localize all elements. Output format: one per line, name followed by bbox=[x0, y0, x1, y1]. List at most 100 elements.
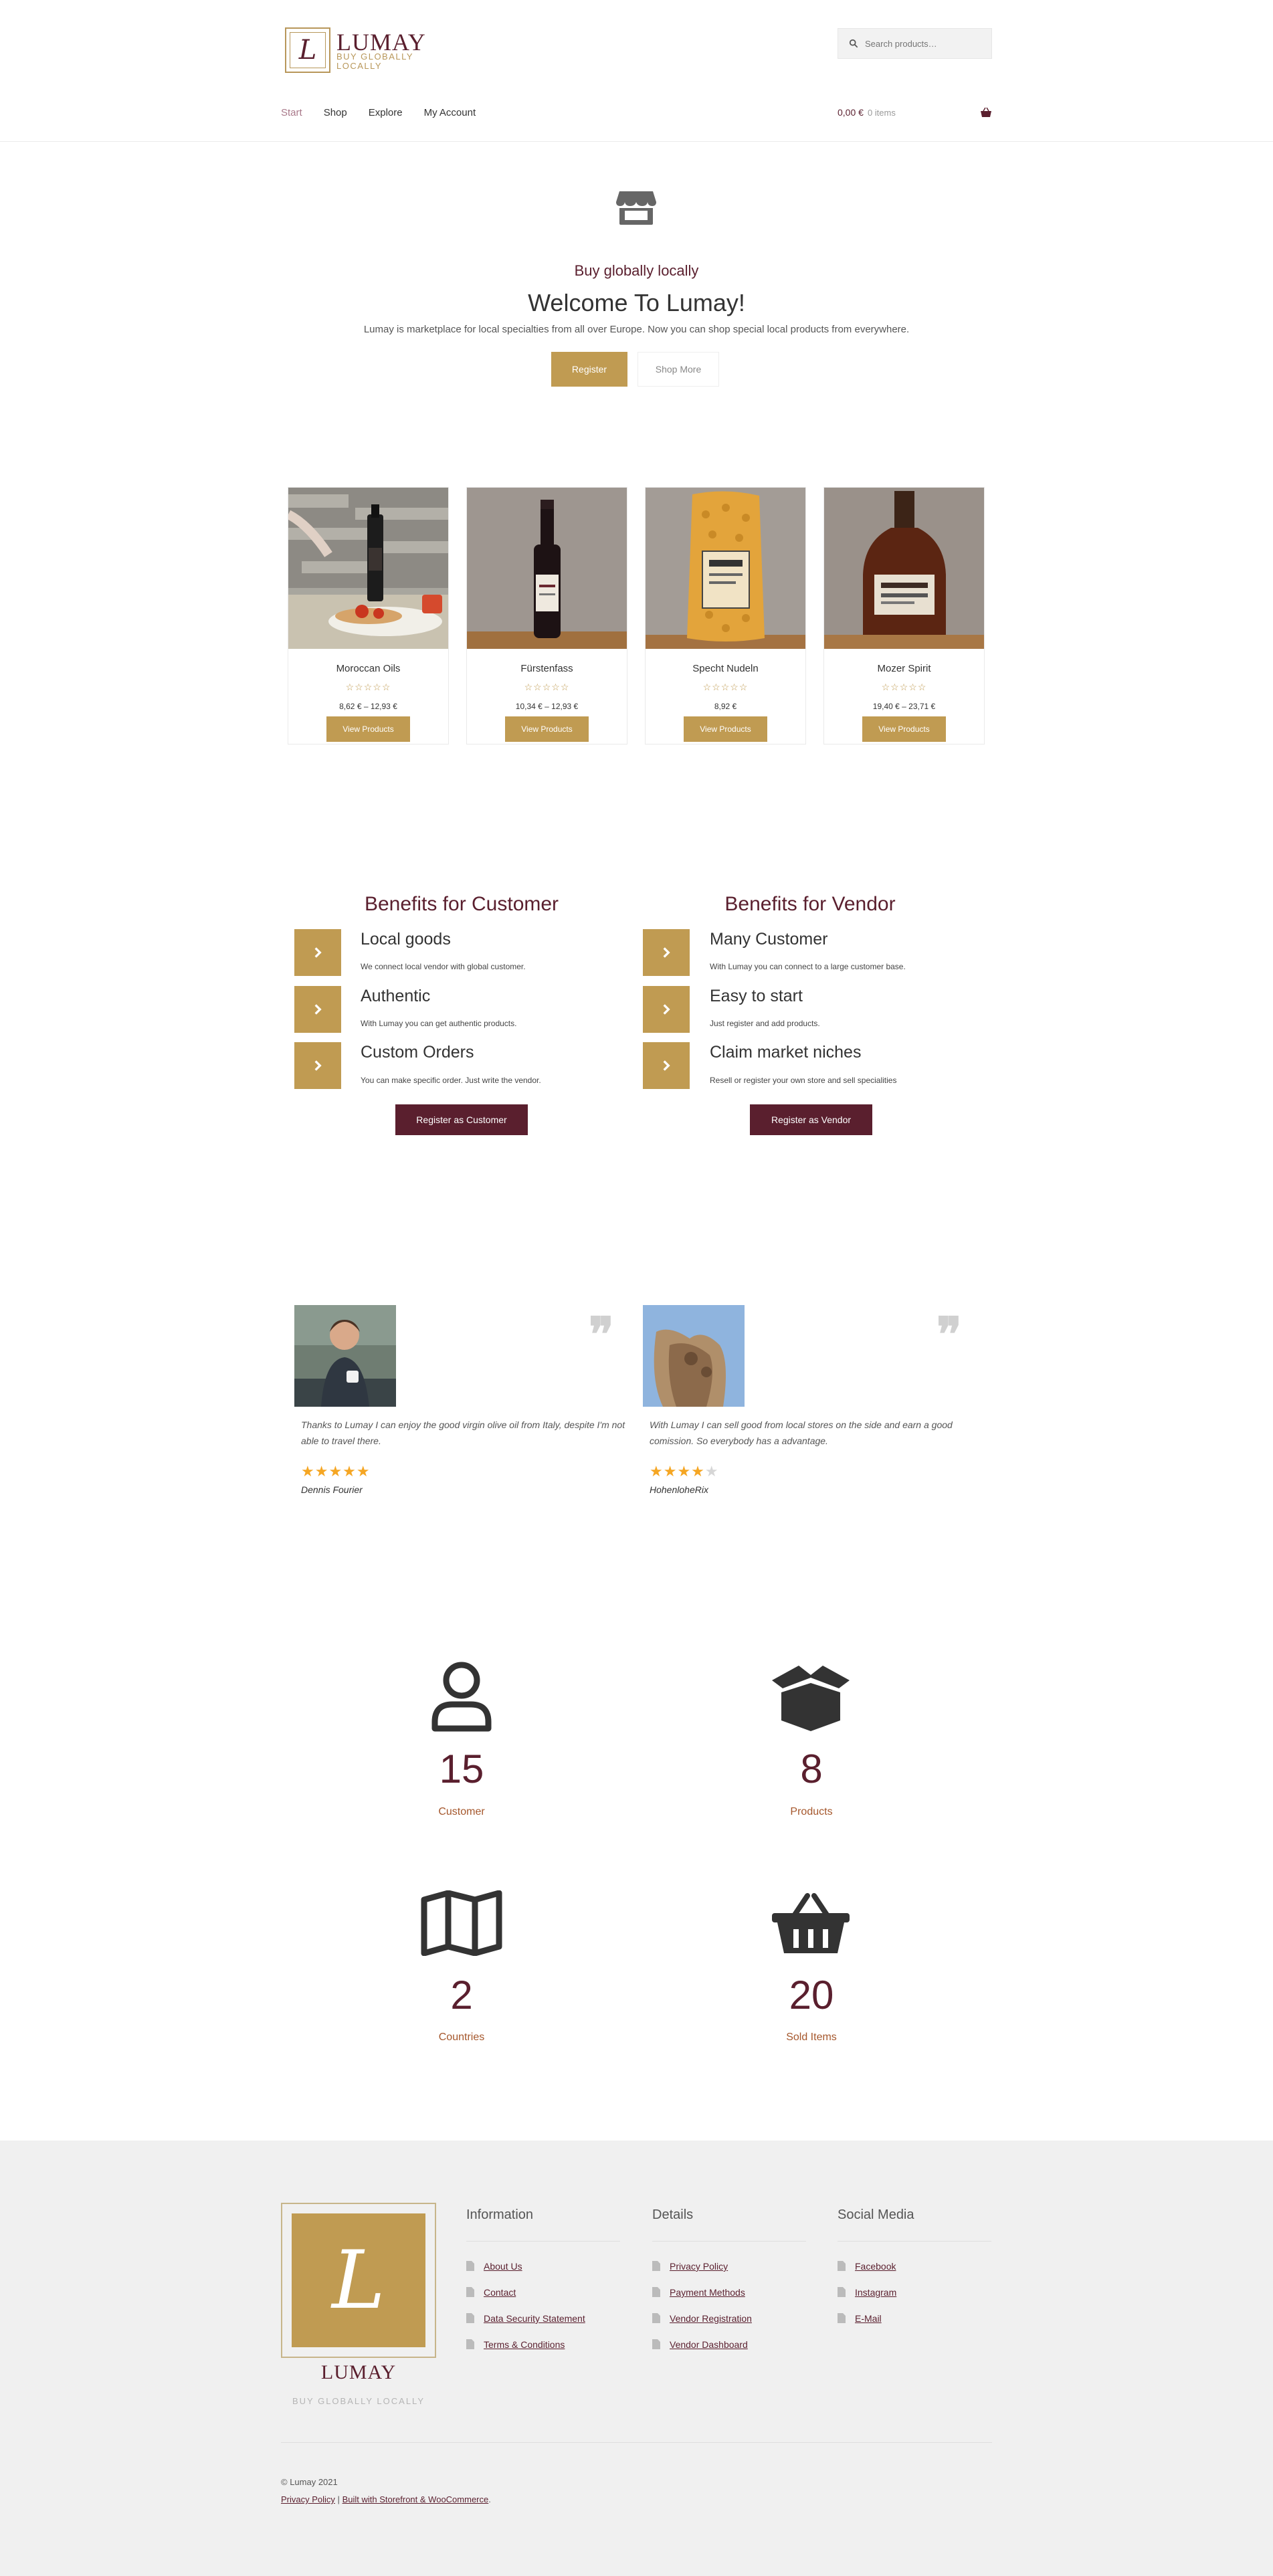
search-field[interactable] bbox=[838, 28, 992, 59]
footer-link-data-security[interactable]: Data Security Statement bbox=[484, 2313, 585, 2324]
site-footer bbox=[0, 2141, 1273, 2576]
product-card-specht-nudeln[interactable]: Specht Nudeln ☆☆☆☆☆ 8,92 € View Products bbox=[645, 487, 806, 745]
footer-link-privacy-policy[interactable]: Privacy Policy bbox=[670, 2261, 728, 2272]
footer-column-title: Information bbox=[466, 2207, 534, 2222]
benefit-text: With Lumay you can connect to a large cu… bbox=[710, 962, 906, 971]
stat-value: 8 bbox=[800, 1747, 823, 1791]
chevron-right-icon bbox=[294, 929, 341, 976]
benefit-heading: Authentic bbox=[361, 987, 431, 1005]
footer-column-title: Details bbox=[652, 2207, 694, 2222]
product-name[interactable]: Specht Nudeln bbox=[646, 663, 805, 674]
document-icon bbox=[466, 2287, 474, 2297]
footer-divider bbox=[281, 2442, 992, 2443]
testimonial-author: Dennis Fourier bbox=[301, 1484, 363, 1495]
benefit-text: With Lumay you can get authentic product… bbox=[361, 1019, 517, 1028]
footer-link-terms[interactable]: Terms & Conditions bbox=[484, 2339, 565, 2350]
divider bbox=[652, 2241, 806, 2242]
cart-amount: 0,00 € bbox=[838, 107, 864, 118]
document-icon bbox=[838, 2313, 846, 2323]
nav-item-my-account[interactable]: My Account bbox=[424, 107, 476, 118]
document-icon bbox=[466, 2261, 474, 2271]
document-icon bbox=[652, 2261, 660, 2271]
site-tagline: BUY GLOBALLY LOCALLY bbox=[336, 52, 413, 71]
stat-value: 15 bbox=[439, 1747, 484, 1791]
view-products-button[interactable]: View Products bbox=[684, 716, 767, 742]
footer-link-vendor-registration[interactable]: Vendor Registration bbox=[670, 2313, 752, 2324]
document-icon bbox=[466, 2313, 474, 2323]
cart-summary[interactable]: 0,00 €0 items bbox=[838, 107, 896, 118]
storefront-icon bbox=[616, 191, 656, 225]
document-icon bbox=[838, 2287, 846, 2297]
product-card-mozer-spirit[interactable]: Mozer Spirit ☆☆☆☆☆ 19,40 € – 23,71 € Vie… bbox=[823, 487, 985, 745]
search-input[interactable] bbox=[865, 38, 985, 49]
stat-label: Countries bbox=[438, 2032, 485, 2043]
register-button[interactable]: Register bbox=[551, 352, 627, 387]
testimonial-author: HohenloheRix bbox=[650, 1484, 708, 1495]
chevron-right-icon bbox=[643, 929, 690, 976]
register-customer-button[interactable]: Register as Customer bbox=[395, 1104, 528, 1135]
benefit-heading: Custom Orders bbox=[361, 1043, 474, 1062]
stat-value: 20 bbox=[789, 1973, 834, 2017]
footer-link-email[interactable]: E-Mail bbox=[855, 2313, 882, 2324]
stat-label: Customer bbox=[438, 1806, 485, 1817]
rating-stars: ☆☆☆☆☆ bbox=[881, 682, 927, 692]
rating-stars: ☆☆☆☆☆ bbox=[702, 682, 749, 692]
product-price: 8,92 € bbox=[714, 702, 737, 711]
testimonial-text: Thanks to Lumay I can enjoy the good vir… bbox=[301, 1419, 625, 1446]
view-products-button[interactable]: View Products bbox=[505, 716, 589, 742]
rating-stars: ★★★★★ bbox=[650, 1463, 719, 1480]
copyright: © Lumay 2021 bbox=[281, 2477, 338, 2487]
footer-column-title: Social Media bbox=[838, 2207, 914, 2222]
quote-icon: ❞ bbox=[589, 1306, 614, 1362]
document-icon bbox=[652, 2287, 660, 2297]
document-icon bbox=[838, 2261, 846, 2271]
logo-mark[interactable]: L bbox=[285, 27, 330, 73]
divider bbox=[838, 2241, 991, 2242]
nav-item-explore[interactable]: Explore bbox=[369, 107, 403, 118]
chevron-right-icon bbox=[294, 986, 341, 1033]
benefit-text: Just register and add products. bbox=[710, 1019, 820, 1028]
product-price: 10,34 € – 12,93 € bbox=[515, 702, 579, 711]
product-image[interactable] bbox=[824, 488, 984, 649]
register-vendor-button[interactable]: Register as Vendor bbox=[750, 1104, 872, 1135]
product-price: 19,40 € – 23,71 € bbox=[872, 702, 936, 711]
document-icon bbox=[466, 2339, 474, 2349]
product-name[interactable]: Mozer Spirit bbox=[824, 663, 984, 674]
footer-link-vendor-dashboard[interactable]: Vendor Dashboard bbox=[670, 2339, 748, 2350]
footer-logo-letter: L bbox=[332, 2234, 385, 2327]
chevron-right-icon bbox=[643, 986, 690, 1033]
document-icon bbox=[652, 2313, 660, 2323]
footer-link-facebook[interactable]: Facebook bbox=[855, 2261, 896, 2272]
view-products-button[interactable]: View Products bbox=[862, 716, 946, 742]
cart-items-count: 0 items bbox=[867, 108, 896, 118]
benefit-heading: Many Customer bbox=[710, 930, 828, 949]
product-image[interactable] bbox=[467, 488, 627, 649]
basket-icon[interactable] bbox=[980, 107, 992, 118]
footer-link-contact[interactable]: Contact bbox=[484, 2287, 516, 2298]
view-products-button[interactable]: View Products bbox=[326, 716, 410, 742]
site-header: L LUMAY BUY GLOBALLY LOCALLY Start Shop … bbox=[0, 0, 1273, 142]
main-nav: Start Shop Explore My Account bbox=[281, 107, 497, 118]
benefit-text: Resell or register your own store and se… bbox=[710, 1076, 897, 1085]
footer-logo[interactable]: L bbox=[281, 2203, 436, 2358]
footer-link-payment-methods[interactable]: Payment Methods bbox=[670, 2287, 745, 2298]
logo-letter: L bbox=[298, 35, 317, 66]
rating-stars: ☆☆☆☆☆ bbox=[524, 682, 570, 692]
storefront-credit-link[interactable]: Built with Storefront & WooCommerce bbox=[342, 2494, 489, 2504]
chevron-right-icon bbox=[294, 1042, 341, 1089]
nav-item-shop[interactable]: Shop bbox=[324, 107, 347, 118]
hero-subtitle: Buy globally locally bbox=[574, 262, 699, 279]
benefit-heading: Claim market niches bbox=[710, 1043, 862, 1062]
footer-link-instagram[interactable]: Instagram bbox=[855, 2287, 896, 2298]
search-icon bbox=[849, 39, 858, 48]
product-card-moroccan-oils[interactable]: Moroccan Oils ☆☆☆☆☆ 8,62 € – 12,93 € Vie… bbox=[288, 487, 449, 745]
product-card-furstenfass[interactable]: Fürstenfass ☆☆☆☆☆ 10,34 € – 12,93 € View… bbox=[466, 487, 627, 745]
product-image[interactable] bbox=[646, 488, 805, 649]
footer-privacy-link[interactable]: Privacy Policy bbox=[281, 2494, 335, 2504]
nav-item-start[interactable]: Start bbox=[281, 107, 302, 118]
footer-link-about-us[interactable]: About Us bbox=[484, 2261, 522, 2272]
shop-more-button[interactable]: Shop More bbox=[638, 352, 719, 387]
product-name[interactable]: Moroccan Oils bbox=[288, 663, 448, 674]
product-name[interactable]: Fürstenfass bbox=[467, 663, 627, 674]
product-image[interactable] bbox=[288, 488, 448, 649]
